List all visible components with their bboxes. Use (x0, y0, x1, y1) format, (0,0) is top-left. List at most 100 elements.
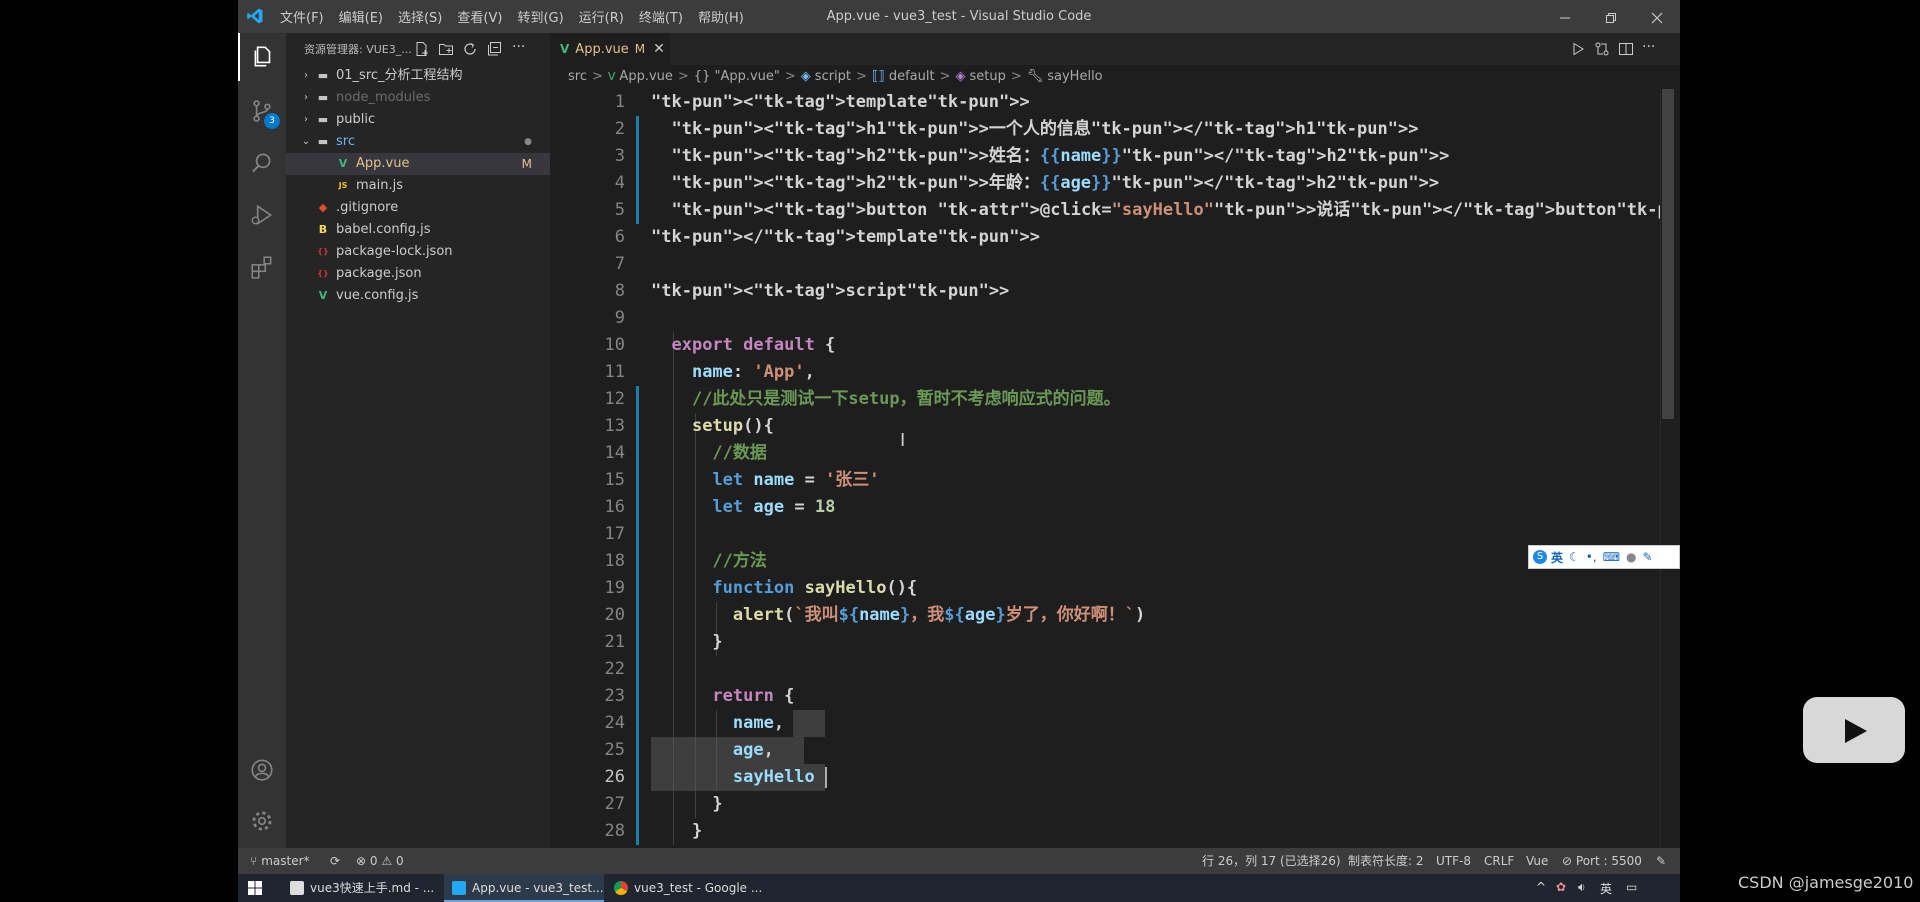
code-line[interactable]: 17 (550, 521, 1660, 548)
code-line[interactable]: 12 //此处只是测试一下setup，暂时不考虑响应式的问题。 (550, 386, 1660, 413)
menu-edit[interactable]: 编辑(E) (339, 7, 383, 26)
new-file-icon[interactable] (414, 41, 430, 57)
tree-item[interactable]: {} package.json (286, 263, 550, 285)
code-editor[interactable]: 1 "tk-pun"><"tk-tag">template"tk-pun">> 2 … (550, 89, 1660, 848)
code-line[interactable]: 3 "tk-pun"><"tk-tag">h2"tk-pun">>姓名：{{na… (550, 143, 1660, 170)
code-line[interactable]: 6 "tk-pun"></"tk-tag">template"tk-pun">> (550, 224, 1660, 251)
code-line[interactable]: 27 } (550, 791, 1660, 818)
editor-scrollbar[interactable] (1660, 89, 1675, 848)
tab-app-vue[interactable]: V App.vue M ✕ (550, 33, 670, 65)
code-line[interactable]: 2 "tk-pun"><"tk-tag">h1"tk-pun">>一个人的信息"… (550, 116, 1660, 143)
code-line[interactable]: 9 (550, 305, 1660, 332)
moon-icon[interactable]: ☾ (1569, 550, 1580, 564)
breadcrumb-item[interactable]: App.vue (619, 69, 672, 84)
menu-go[interactable]: 转到(G) (517, 7, 563, 26)
refresh-icon[interactable] (462, 41, 478, 57)
menu-file[interactable]: 文件(F) (280, 7, 324, 26)
tray-app-icon[interactable]: ✿ (1556, 880, 1566, 894)
chevron-right-icon[interactable]: › (300, 87, 312, 109)
menu-help[interactable]: 帮助(H) (698, 7, 744, 26)
tab-size[interactable]: 制表符长度: 2 (1348, 848, 1424, 874)
breadcrumb-item[interactable]: src (568, 69, 587, 84)
sync-icon[interactable]: ⟳ (330, 848, 340, 874)
tab-close-icon[interactable]: ✕ (653, 41, 665, 57)
run-icon[interactable] (1570, 41, 1586, 57)
ime-toolbar[interactable]: S 英 ☾ •, ⌨ ● ✎ (1528, 545, 1680, 569)
breadcrumb-item[interactable]: script (815, 69, 851, 84)
source-control-button[interactable]: 3 (238, 87, 286, 135)
tree-item[interactable]: {} package-lock.json (286, 241, 550, 263)
collapse-all-icon[interactable] (486, 41, 502, 57)
accounts-button[interactable] (238, 746, 286, 794)
breadcrumb-item[interactable]: default (889, 69, 935, 84)
code-line[interactable]: 1 "tk-pun"><"tk-tag">template"tk-pun">> (550, 89, 1660, 116)
restore-button[interactable] (1588, 0, 1634, 33)
tree-item[interactable]: V App.vue M (286, 153, 550, 175)
windows-start-icon[interactable] (248, 881, 262, 895)
chevron-right-icon[interactable]: › (300, 65, 312, 87)
new-folder-icon[interactable] (438, 41, 454, 57)
keyboard-icon[interactable]: ⌨ (1603, 550, 1620, 564)
breadcrumb-item[interactable]: sayHello (1047, 69, 1102, 84)
live-server-status[interactable]: ⊘ Port : 5500 (1562, 848, 1642, 874)
cursor-position[interactable]: 行 26，列 17 (已选择26) (1202, 848, 1341, 874)
language-mode[interactable]: Vue (1526, 848, 1548, 874)
split-editor-icon[interactable] (1618, 41, 1634, 57)
code-line[interactable]: 22 (550, 656, 1660, 683)
tree-item[interactable]: › ▬ public (286, 109, 550, 131)
scrollbar-thumb[interactable] (1662, 89, 1674, 419)
code-line[interactable]: 28 } (550, 818, 1660, 845)
settings-button[interactable] (238, 797, 286, 845)
taskbar-ime[interactable]: 英 (1600, 880, 1612, 897)
code-line[interactable]: 25 age, (550, 737, 1660, 764)
wrench-icon[interactable]: ✎ (1643, 550, 1653, 564)
code-line[interactable]: 23 return { (550, 683, 1660, 710)
code-line[interactable]: 13 setup(){ (550, 413, 1660, 440)
taskbar-item-typora[interactable]: vue3快速上手.md - ... (282, 874, 442, 902)
punctuation-icon[interactable]: •, (1586, 550, 1597, 564)
code-line[interactable]: 11 name: 'App', (550, 359, 1660, 386)
code-line[interactable]: 8 "tk-pun"><"tk-tag">script"tk-pun">> (550, 278, 1660, 305)
chevron-right-icon[interactable]: › (300, 109, 312, 131)
editor-more-icon[interactable]: ··· (1642, 39, 1655, 55)
feedback-icon[interactable]: ✎ (1656, 848, 1666, 874)
tree-item[interactable]: › ▬ node_modules (286, 87, 550, 109)
code-line[interactable]: 26 sayHello (550, 764, 1660, 791)
explorer-button[interactable] (238, 33, 286, 81)
menu-selection[interactable]: 选择(S) (398, 7, 442, 26)
line-ending[interactable]: CRLF (1484, 848, 1514, 874)
problems-status[interactable]: ⊗ 0 ⚠ 0 (356, 848, 404, 874)
ime-mode[interactable]: 英 (1551, 549, 1563, 566)
taskbar-item-chrome[interactable]: vue3_test - Google ... (606, 874, 766, 902)
user-icon[interactable]: ● (1626, 550, 1636, 564)
code-line[interactable]: 15 let name = '张三' (550, 467, 1660, 494)
code-line[interactable]: 21 } (550, 629, 1660, 656)
tree-item[interactable]: ⌄ ▬ src ● (286, 131, 550, 153)
tree-item[interactable]: › ▬ 01_src_分析工程结构 (286, 65, 550, 87)
code-line[interactable]: 24 name, (550, 710, 1660, 737)
breadcrumb-item[interactable]: {} "App.vue" (694, 69, 780, 84)
code-line[interactable]: 20 alert(`我叫${name}，我${age}岁了，你好啊！`) (550, 602, 1660, 629)
tree-item[interactable]: JS main.js (286, 175, 550, 197)
breadcrumb-item[interactable]: setup (969, 69, 1005, 84)
chevron-up-icon[interactable]: ^ (1536, 880, 1546, 894)
close-window-button[interactable] (1634, 0, 1680, 33)
code-line[interactable]: 10 export default { (550, 332, 1660, 359)
notifications-icon[interactable]: ▭ (1626, 880, 1637, 894)
code-line[interactable]: 14 //数据 (550, 440, 1660, 467)
taskbar-item-vscode[interactable]: App.vue - vue3_test... (444, 874, 604, 902)
more-actions-icon[interactable]: ··· (512, 39, 525, 55)
menu-terminal[interactable]: 终端(T) (639, 7, 683, 26)
search-button[interactable] (238, 139, 286, 187)
code-line[interactable]: 18 //方法 (550, 548, 1660, 575)
minimize-button[interactable] (1542, 0, 1588, 33)
tree-item[interactable]: ◆ .gitignore (286, 197, 550, 219)
code-line[interactable]: 5 "tk-pun"><"tk-tag">button "tk-attr">@c… (550, 197, 1660, 224)
menu-view[interactable]: 查看(V) (457, 7, 502, 26)
video-play-button[interactable] (1803, 697, 1905, 763)
encoding[interactable]: UTF-8 (1436, 848, 1471, 874)
run-debug-button[interactable] (238, 191, 286, 239)
chevron-down-icon[interactable]: ⌄ (300, 131, 312, 153)
menu-run[interactable]: 运行(R) (579, 7, 624, 26)
volume-icon[interactable]: 🔉︎ (1578, 880, 1586, 895)
